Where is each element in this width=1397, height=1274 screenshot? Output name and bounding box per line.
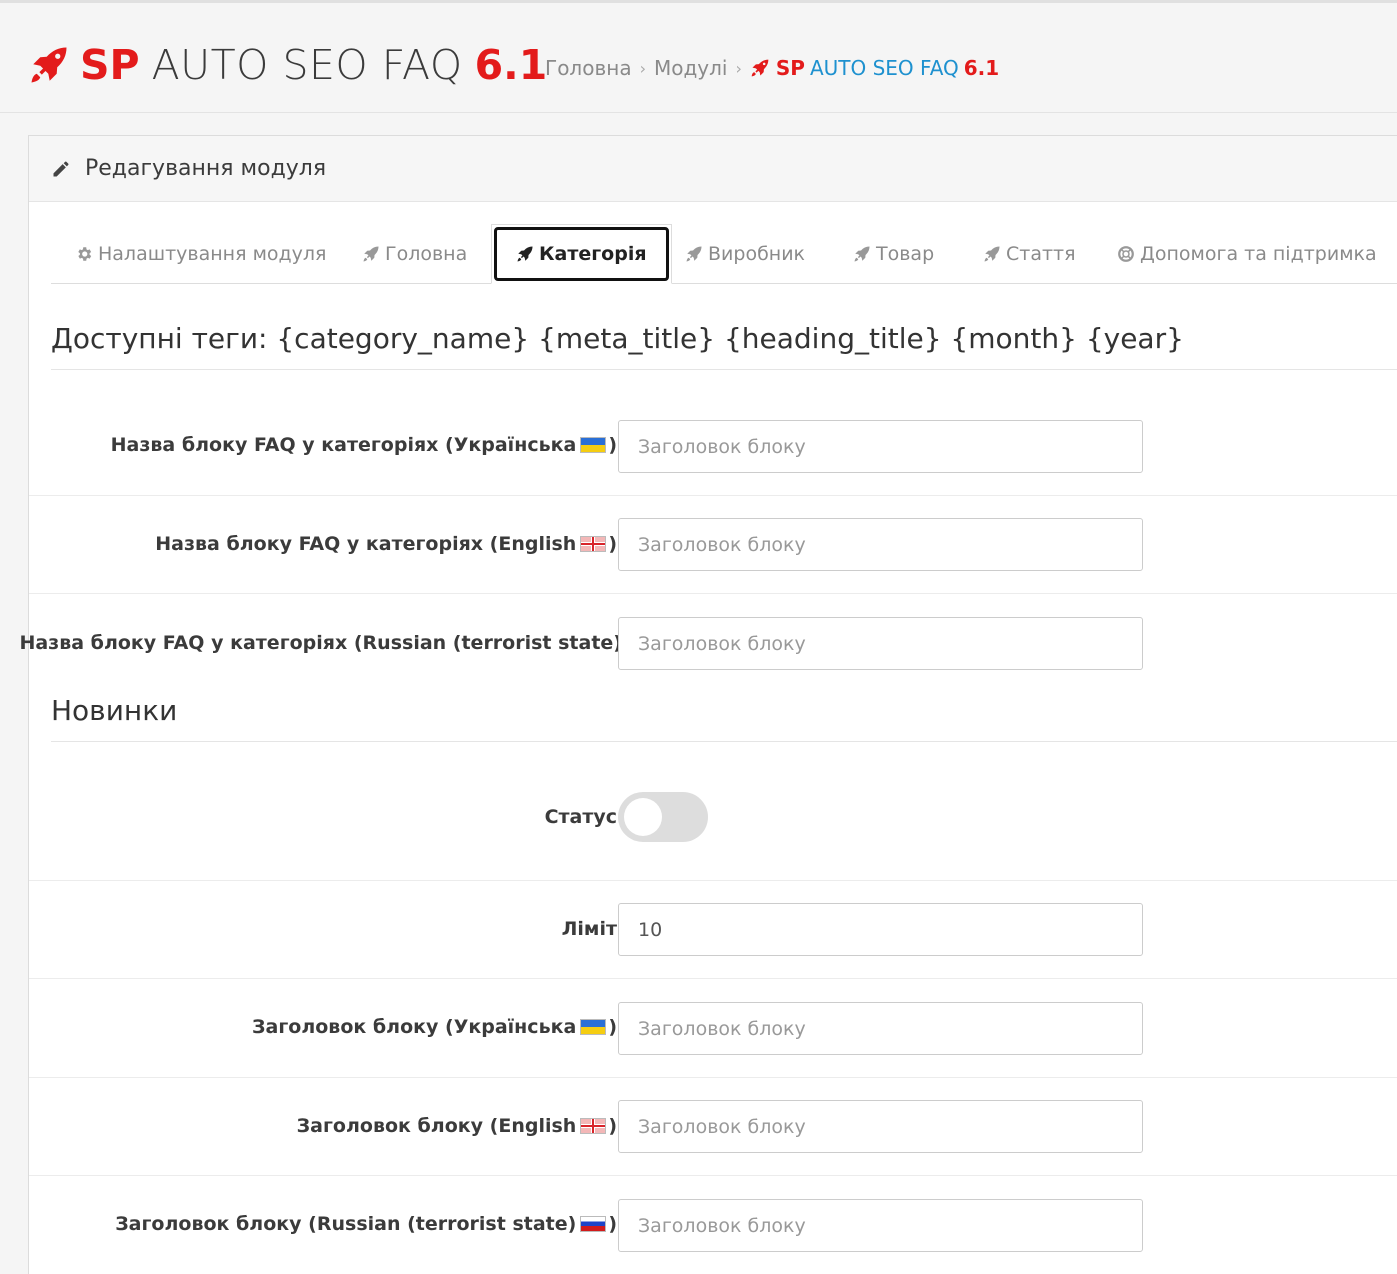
row-divider <box>29 495 1397 496</box>
panel-heading-title: Редагування модуля <box>85 156 327 181</box>
tab-label: Категорія <box>539 243 647 265</box>
tab-category[interactable]: Категорія <box>491 224 672 284</box>
tab-label: Головна <box>385 243 468 265</box>
rocket-icon <box>686 246 702 262</box>
label-text: Назва блоку FAQ у категоріях (Russian (t… <box>19 632 622 654</box>
uk-flag-icon <box>580 1118 607 1134</box>
gear-icon <box>78 247 92 261</box>
tab-label: Виробник <box>708 243 806 265</box>
divider <box>51 369 1397 370</box>
faq-title-label-en: Назва блоку FAQ у категоріях (English ) <box>155 533 617 555</box>
news-section-title: Новинки <box>51 694 178 727</box>
pencil-icon <box>53 161 69 176</box>
row-divider <box>29 1077 1397 1078</box>
tab-manufacturer[interactable]: Виробник <box>685 224 805 284</box>
news-title-input-en[interactable] <box>618 1100 1143 1153</box>
status-label: Статус <box>544 806 617 828</box>
tab-help-support[interactable]: Допомога та підтримка <box>1117 224 1377 284</box>
row-divider <box>29 880 1397 881</box>
label-text: Заголовок блоку (Українська <box>252 1016 577 1038</box>
edit-module-panel: Редагування модуля Налаштування модуля Г… <box>19 135 1397 1274</box>
tab-bar: Налаштування модуля Головна Категорія Ви… <box>51 224 1397 284</box>
news-title-label-ua: Заголовок блоку (Українська ) <box>252 1016 617 1038</box>
breadcrumb-current-sp: SP <box>775 56 805 80</box>
label-text: Назва блоку FAQ у категоріях (Українська <box>110 434 577 456</box>
news-title-input-ru[interactable] <box>618 1199 1143 1252</box>
breadcrumb: Головна › Модулі › SP AUTO SEO FAQ 6.1 <box>545 56 999 80</box>
rocket-icon <box>363 246 379 262</box>
label-end: ) <box>608 533 617 555</box>
rocket-icon <box>31 47 67 83</box>
page-title: SP AUTO SEO FAQ 6.1 <box>28 37 547 93</box>
news-title-input-ua[interactable] <box>618 1002 1143 1055</box>
breadcrumb-modules[interactable]: Модулі <box>654 56 728 80</box>
row-divider <box>29 978 1397 979</box>
breadcrumb-separator: › <box>639 58 646 78</box>
faq-title-label-ua: Назва блоку FAQ у категоріях (Українська… <box>111 434 617 456</box>
tab-label: Товар <box>876 243 935 265</box>
label-end: ) <box>608 1115 617 1137</box>
tab-module-settings[interactable]: Налаштування модуля <box>75 224 326 284</box>
title-version: 6.1 <box>474 41 548 89</box>
tab-label: Допомога та підтримка <box>1140 243 1377 265</box>
rocket-icon <box>854 246 870 262</box>
news-title-label-en: Заголовок блоку (English ) <box>297 1115 617 1137</box>
label-text: Заголовок блоку (Russian (terrorist stat… <box>115 1213 577 1235</box>
label-end: ) <box>608 1213 617 1235</box>
page-header: SP AUTO SEO FAQ 6.1 Головна › Модулі › S… <box>0 3 1397 113</box>
rocket-icon <box>751 59 769 77</box>
tab-label: Налаштування модуля <box>98 243 327 265</box>
ukraine-flag-icon <box>580 1019 607 1035</box>
status-toggle[interactable] <box>618 792 708 842</box>
ukraine-flag-icon <box>580 437 607 453</box>
label-end: ) <box>608 1016 617 1038</box>
title-main: AUTO SEO FAQ <box>151 41 463 89</box>
tab-category-inner: Категорія <box>494 227 669 281</box>
uk-flag-icon <box>580 536 607 552</box>
tab-product[interactable]: Товар <box>853 224 934 284</box>
tab-article[interactable]: Стаття <box>983 224 1076 284</box>
breadcrumb-separator: › <box>735 58 742 78</box>
label-end: ) <box>608 434 617 456</box>
breadcrumb-current-version: 6.1 <box>963 56 1000 80</box>
tab-label: Стаття <box>1006 243 1076 265</box>
lifebuoy-icon <box>1118 246 1134 262</box>
label-text: Заголовок блоку (English <box>296 1115 577 1137</box>
row-divider <box>29 593 1397 594</box>
row-divider <box>29 1175 1397 1176</box>
faq-title-input-en[interactable] <box>618 518 1143 571</box>
tab-home[interactable]: Головна <box>362 224 467 284</box>
label-text: Назва блоку FAQ у категоріях (English <box>155 533 577 555</box>
rocket-icon <box>984 246 1000 262</box>
title-sp: SP <box>80 41 140 89</box>
toggle-knob <box>624 798 662 836</box>
breadcrumb-current[interactable]: SP AUTO SEO FAQ 6.1 <box>750 56 999 80</box>
limit-label: Ліміт <box>561 918 617 940</box>
rocket-icon <box>517 246 533 262</box>
panel-heading: Редагування модуля <box>29 136 1397 202</box>
limit-input[interactable] <box>618 903 1143 956</box>
available-tags-title: Доступні теги: {category_name} {meta_tit… <box>51 322 1184 355</box>
faq-title-input-ua[interactable] <box>618 420 1143 473</box>
news-title-label-ru: Заголовок блоку (Russian (terrorist stat… <box>115 1213 617 1235</box>
faq-title-label-ru: Назва блоку FAQ у категоріях (Russian (t… <box>19 632 644 654</box>
divider <box>51 741 1397 742</box>
breadcrumb-home[interactable]: Головна <box>545 56 632 80</box>
breadcrumb-current-main: AUTO SEO FAQ <box>809 56 959 80</box>
faq-title-input-ru[interactable] <box>618 617 1143 670</box>
russia-flag-icon <box>580 1216 607 1232</box>
